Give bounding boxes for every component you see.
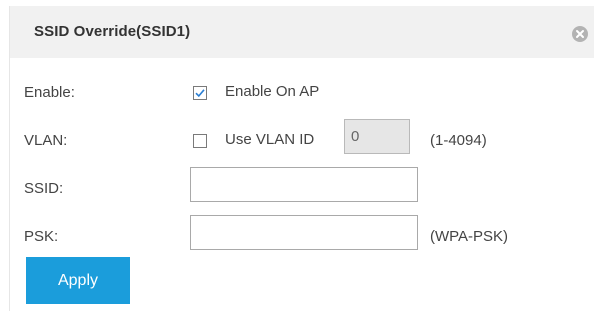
psk-input[interactable] xyxy=(190,215,418,250)
ssid-label: SSID: xyxy=(24,180,64,197)
close-icon[interactable] xyxy=(572,26,588,42)
use-vlan-id-checkbox[interactable] xyxy=(193,134,207,148)
enable-label: Enable: xyxy=(24,84,75,101)
vlan-id-input[interactable] xyxy=(344,119,410,154)
enable-on-ap-label: Enable On AP xyxy=(225,83,320,100)
checkmark-icon xyxy=(195,89,205,98)
vlan-label: VLAN: xyxy=(24,132,68,149)
use-vlan-id-label: Use VLAN ID xyxy=(225,131,315,148)
ssid-override-dialog: SSID Override(SSID1) Enable: Enable On A… xyxy=(9,6,594,311)
dialog-header: SSID Override(SSID1) xyxy=(10,6,594,58)
ssid-input[interactable] xyxy=(190,167,418,202)
vlan-range-hint: (1-4094) xyxy=(430,132,487,149)
psk-label: PSK: xyxy=(24,228,59,245)
enable-on-ap-checkbox[interactable] xyxy=(193,86,207,100)
apply-button[interactable]: Apply xyxy=(26,257,130,304)
psk-type-hint: (WPA-PSK) xyxy=(430,228,509,245)
dialog-title: SSID Override(SSID1) xyxy=(34,23,191,40)
